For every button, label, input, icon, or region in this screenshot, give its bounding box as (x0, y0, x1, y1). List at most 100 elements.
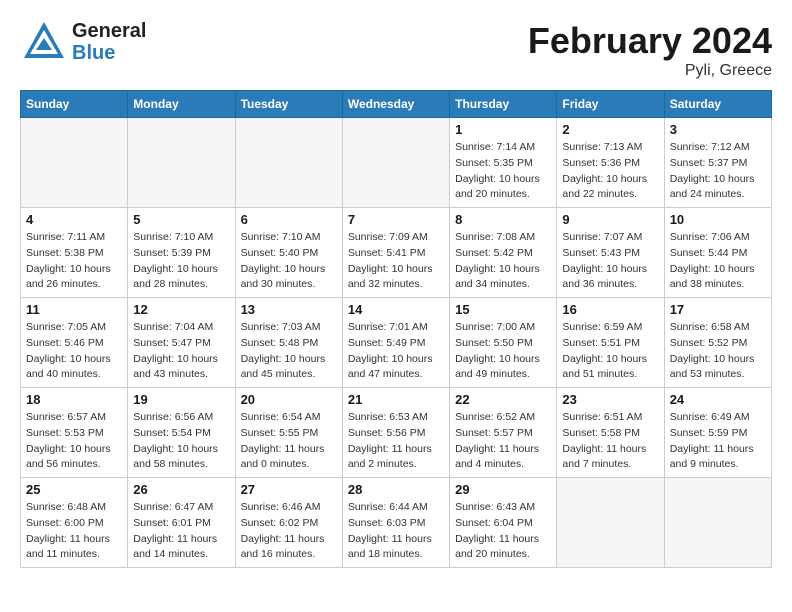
day-number: 27 (241, 482, 337, 497)
day-number: 24 (670, 392, 766, 407)
day-info: Sunrise: 7:11 AMSunset: 5:38 PMDaylight:… (26, 230, 122, 293)
day-number: 18 (26, 392, 122, 407)
table-row: 4 Sunrise: 7:11 AMSunset: 5:38 PMDaylight… (21, 208, 128, 298)
day-info: Sunrise: 7:08 AMSunset: 5:42 PMDaylight:… (455, 230, 551, 293)
table-row: 24 Sunrise: 6:49 AMSunset: 5:59 PMDayligh… (664, 388, 771, 478)
table-row: 16Sunrise: 6:59 AMSunset: 5:51 PMDayligh… (557, 298, 664, 388)
table-row: 12Sunrise: 7:04 AMSunset: 5:47 PMDayligh… (128, 298, 235, 388)
day-number: 3 (670, 122, 766, 137)
day-number: 16 (562, 302, 658, 317)
table-row: 29 Sunrise: 6:43 AMSunset: 6:04 PMDayligh… (450, 478, 557, 568)
table-row: 2 Sunrise: 7:13 AMSunset: 5:36 PMDaylight… (557, 118, 664, 208)
day-info: Sunrise: 7:06 AMSunset: 5:44 PMDaylight:… (670, 230, 766, 293)
day-info: Sunrise: 6:52 AMSunset: 5:57 PMDaylight:… (455, 410, 551, 473)
col-sunday: Sunday (21, 91, 128, 118)
table-row: 28 Sunrise: 6:44 AMSunset: 6:03 PMDayligh… (342, 478, 449, 568)
logo-blue-text: Blue (72, 42, 146, 64)
day-info: Sunrise: 7:00 AMSunset: 5:50 PMDaylight:… (455, 320, 551, 383)
table-row: 26Sunrise: 6:47 AMSunset: 6:01 PMDayligh… (128, 478, 235, 568)
day-info: Sunrise: 7:09 AMSunset: 5:41 PMDaylight:… (348, 230, 444, 293)
table-row: 9Sunrise: 7:07 AMSunset: 5:43 PMDaylight… (557, 208, 664, 298)
table-row: 27 Sunrise: 6:46 AMSunset: 6:02 PMDayligh… (235, 478, 342, 568)
day-number: 2 (562, 122, 658, 137)
day-number: 25 (26, 482, 122, 497)
table-row: 21 Sunrise: 6:53 AMSunset: 5:56 PMDayligh… (342, 388, 449, 478)
month-title: February 2024 (528, 20, 772, 62)
day-number: 23 (562, 392, 658, 407)
day-number: 29 (455, 482, 551, 497)
calendar-table: Sunday Monday Tuesday Wednesday Thursday… (20, 90, 772, 568)
day-number: 1 (455, 122, 551, 137)
day-number: 13 (241, 302, 337, 317)
day-info: Sunrise: 7:10 AMSunset: 5:39 PMDaylight:… (133, 230, 229, 293)
table-row: 13 Sunrise: 7:03 AMSunset: 5:48 PMDayligh… (235, 298, 342, 388)
day-number: 22 (455, 392, 551, 407)
day-number: 8 (455, 212, 551, 227)
day-info: Sunrise: 7:13 AMSunset: 5:36 PMDaylight:… (562, 140, 658, 203)
day-number: 11 (26, 302, 122, 317)
day-info: Sunrise: 6:49 AMSunset: 5:59 PMDaylight:… (670, 410, 766, 473)
day-number: 28 (348, 482, 444, 497)
calendar-week-row: 4 Sunrise: 7:11 AMSunset: 5:38 PMDaylight… (21, 208, 772, 298)
day-number: 9 (562, 212, 658, 227)
table-row: 6 Sunrise: 7:10 AMSunset: 5:40 PMDaylight… (235, 208, 342, 298)
day-number: 12 (133, 302, 229, 317)
day-info: Sunrise: 6:43 AMSunset: 6:04 PMDaylight:… (455, 500, 551, 563)
title-section: February 2024 Pyli, Greece (528, 20, 772, 80)
col-thursday: Thursday (450, 91, 557, 118)
table-row: 7 Sunrise: 7:09 AMSunset: 5:41 PMDaylight… (342, 208, 449, 298)
table-row: 17 Sunrise: 6:58 AMSunset: 5:52 PMDayligh… (664, 298, 771, 388)
logo-icon (20, 20, 68, 64)
logo-text: General Blue (72, 20, 146, 64)
table-row: 15 Sunrise: 7:00 AMSunset: 5:50 PMDayligh… (450, 298, 557, 388)
table-row (128, 118, 235, 208)
day-info: Sunrise: 7:01 AMSunset: 5:49 PMDaylight:… (348, 320, 444, 383)
day-info: Sunrise: 6:44 AMSunset: 6:03 PMDaylight:… (348, 500, 444, 563)
col-saturday: Saturday (664, 91, 771, 118)
day-info: Sunrise: 7:10 AMSunset: 5:40 PMDaylight:… (241, 230, 337, 293)
table-row: 1Sunrise: 7:14 AMSunset: 5:35 PMDaylight… (450, 118, 557, 208)
table-row: 18 Sunrise: 6:57 AMSunset: 5:53 PMDayligh… (21, 388, 128, 478)
table-row: 25 Sunrise: 6:48 AMSunset: 6:00 PMDayligh… (21, 478, 128, 568)
day-number: 7 (348, 212, 444, 227)
table-row (21, 118, 128, 208)
day-info: Sunrise: 6:51 AMSunset: 5:58 PMDaylight:… (562, 410, 658, 473)
day-info: Sunrise: 6:56 AMSunset: 5:54 PMDaylight:… (133, 410, 229, 473)
table-row (235, 118, 342, 208)
day-number: 21 (348, 392, 444, 407)
calendar-week-row: 25 Sunrise: 6:48 AMSunset: 6:00 PMDayligh… (21, 478, 772, 568)
day-info: Sunrise: 6:53 AMSunset: 5:56 PMDaylight:… (348, 410, 444, 473)
day-number: 4 (26, 212, 122, 227)
day-info: Sunrise: 7:03 AMSunset: 5:48 PMDaylight:… (241, 320, 337, 383)
logo: General Blue (20, 20, 146, 64)
day-number: 15 (455, 302, 551, 317)
day-number: 14 (348, 302, 444, 317)
day-info: Sunrise: 7:12 AMSunset: 5:37 PMDaylight:… (670, 140, 766, 203)
table-row: 3 Sunrise: 7:12 AMSunset: 5:37 PMDaylight… (664, 118, 771, 208)
table-row (342, 118, 449, 208)
calendar-week-row: 1Sunrise: 7:14 AMSunset: 5:35 PMDaylight… (21, 118, 772, 208)
location: Pyli, Greece (528, 62, 772, 80)
logo-general-text: General (72, 20, 146, 42)
col-tuesday: Tuesday (235, 91, 342, 118)
day-info: Sunrise: 6:57 AMSunset: 5:53 PMDaylight:… (26, 410, 122, 473)
table-row: 20Sunrise: 6:54 AMSunset: 5:55 PMDayligh… (235, 388, 342, 478)
calendar-week-row: 11 Sunrise: 7:05 AMSunset: 5:46 PMDayligh… (21, 298, 772, 388)
col-wednesday: Wednesday (342, 91, 449, 118)
calendar-header-row: Sunday Monday Tuesday Wednesday Thursday… (21, 91, 772, 118)
day-number: 5 (133, 212, 229, 227)
day-number: 19 (133, 392, 229, 407)
day-info: Sunrise: 6:54 AMSunset: 5:55 PMDaylight:… (241, 410, 337, 473)
day-info: Sunrise: 7:05 AMSunset: 5:46 PMDaylight:… (26, 320, 122, 383)
table-row: 22 Sunrise: 6:52 AMSunset: 5:57 PMDayligh… (450, 388, 557, 478)
day-number: 17 (670, 302, 766, 317)
day-info: Sunrise: 6:46 AMSunset: 6:02 PMDaylight:… (241, 500, 337, 563)
day-info: Sunrise: 6:48 AMSunset: 6:00 PMDaylight:… (26, 500, 122, 563)
day-number: 26 (133, 482, 229, 497)
page-header: General Blue February 2024 Pyli, Greece (20, 20, 772, 80)
table-row: 11 Sunrise: 7:05 AMSunset: 5:46 PMDayligh… (21, 298, 128, 388)
day-number: 6 (241, 212, 337, 227)
day-info: Sunrise: 6:58 AMSunset: 5:52 PMDaylight:… (670, 320, 766, 383)
calendar-week-row: 18 Sunrise: 6:57 AMSunset: 5:53 PMDayligh… (21, 388, 772, 478)
table-row: 8 Sunrise: 7:08 AMSunset: 5:42 PMDaylight… (450, 208, 557, 298)
